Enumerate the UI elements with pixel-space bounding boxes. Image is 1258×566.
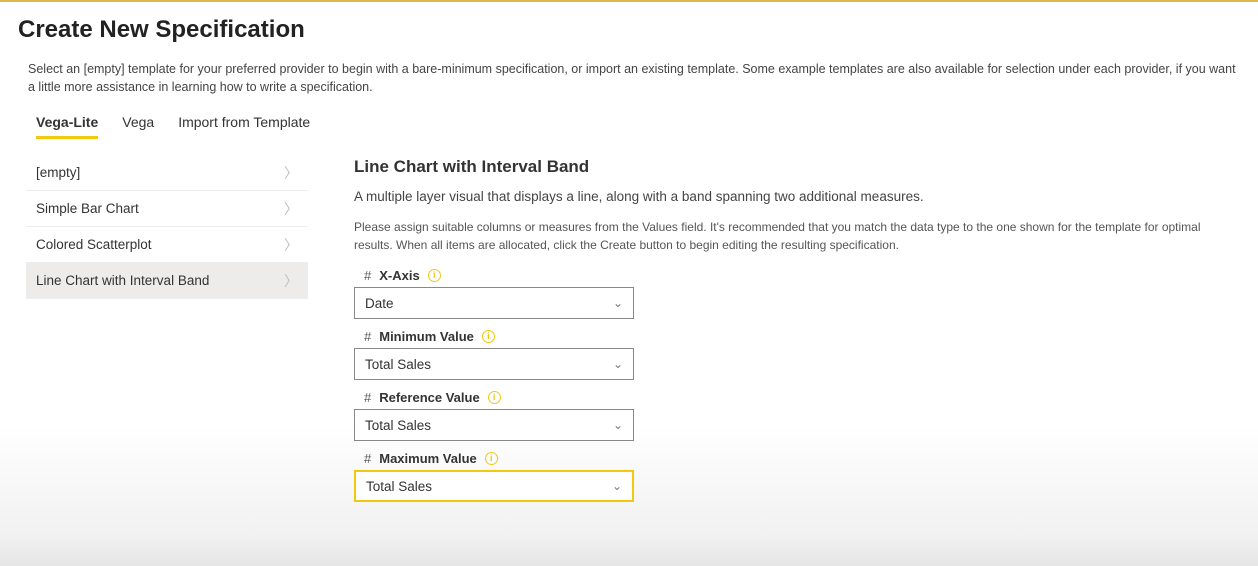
- dropdown-xaxis[interactable]: Date ⌄: [354, 287, 634, 319]
- template-item-label: Simple Bar Chart: [36, 201, 139, 216]
- field-label-text: Minimum Value: [379, 329, 474, 344]
- template-list: [empty] 〉 Simple Bar Chart 〉 Colored Sca…: [26, 155, 308, 299]
- hash-icon: #: [364, 329, 371, 344]
- preview-subtitle: A multiple layer visual that displays a …: [354, 189, 1232, 204]
- chevron-right-icon: 〉: [284, 274, 298, 288]
- page-title: Create New Specification: [18, 16, 1240, 44]
- dropdown-value: Total Sales: [366, 479, 432, 494]
- preview-title: Line Chart with Interval Band: [354, 157, 1232, 177]
- chevron-down-icon: ⌄: [613, 296, 623, 310]
- tab-import[interactable]: Import from Template: [178, 114, 310, 139]
- template-item-label: Line Chart with Interval Band: [36, 273, 209, 288]
- dropdown-value: Total Sales: [365, 357, 431, 372]
- tab-vega[interactable]: Vega: [122, 114, 154, 139]
- dropdown-ref[interactable]: Total Sales ⌄: [354, 409, 634, 441]
- dropdown-value: Date: [365, 296, 394, 311]
- dropdown-max[interactable]: Total Sales ⌄: [354, 470, 634, 502]
- dropdown-min[interactable]: Total Sales ⌄: [354, 348, 634, 380]
- chevron-down-icon: ⌄: [613, 357, 623, 371]
- template-item-label: [empty]: [36, 165, 80, 180]
- template-item-scatterplot[interactable]: Colored Scatterplot 〉: [26, 227, 308, 263]
- chevron-right-icon: 〉: [284, 166, 298, 180]
- field-label-text: Reference Value: [379, 390, 479, 405]
- page-description: Select an [empty] template for your pref…: [18, 60, 1240, 96]
- field-label-xaxis: # X-Axis i: [364, 268, 1232, 283]
- info-icon[interactable]: i: [428, 269, 441, 282]
- template-item-empty[interactable]: [empty] 〉: [26, 155, 308, 191]
- field-label-text: X-Axis: [379, 268, 419, 283]
- chevron-down-icon: ⌄: [612, 479, 622, 493]
- field-label-max: # Maximum Value i: [364, 451, 1232, 466]
- hash-icon: #: [364, 268, 371, 283]
- field-label-min: # Minimum Value i: [364, 329, 1232, 344]
- template-item-label: Colored Scatterplot: [36, 237, 152, 252]
- template-preview: Line Chart with Interval Band A multiple…: [354, 155, 1240, 512]
- hash-icon: #: [364, 390, 371, 405]
- template-item-interval-band[interactable]: Line Chart with Interval Band 〉: [26, 263, 308, 299]
- provider-tabs: Vega-Lite Vega Import from Template: [18, 114, 1240, 139]
- preview-hint: Please assign suitable columns or measur…: [354, 218, 1232, 254]
- template-item-simple-bar[interactable]: Simple Bar Chart 〉: [26, 191, 308, 227]
- info-icon[interactable]: i: [482, 330, 495, 343]
- field-label-text: Maximum Value: [379, 451, 477, 466]
- hash-icon: #: [364, 451, 371, 466]
- chevron-down-icon: ⌄: [613, 418, 623, 432]
- chevron-right-icon: 〉: [284, 238, 298, 252]
- info-icon[interactable]: i: [485, 452, 498, 465]
- info-icon[interactable]: i: [488, 391, 501, 404]
- tab-vega-lite[interactable]: Vega-Lite: [36, 114, 98, 139]
- field-label-ref: # Reference Value i: [364, 390, 1232, 405]
- dropdown-value: Total Sales: [365, 418, 431, 433]
- chevron-right-icon: 〉: [284, 202, 298, 216]
